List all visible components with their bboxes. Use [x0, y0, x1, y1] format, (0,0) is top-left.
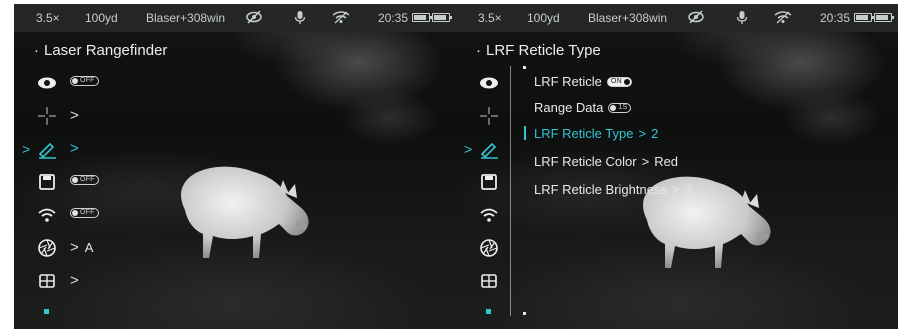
grid-icon[interactable]: [478, 270, 500, 292]
eye-icon[interactable]: [478, 72, 500, 94]
wifi-icon[interactable]: [478, 204, 500, 226]
external-battery-icon: [874, 13, 894, 22]
range-data-label: Range Data: [534, 100, 604, 115]
wifi-off-icon: [774, 11, 792, 27]
lrf-reticle-type-label: LRF Reticle Type: [534, 126, 634, 141]
chevron-right-icon: >: [70, 272, 79, 289]
external-battery-icon: [432, 13, 452, 22]
chevron-right-icon: >: [70, 239, 79, 256]
submenu-bottom-dot: [523, 312, 526, 315]
ballistic-profile: Blaser+308win: [146, 11, 226, 25]
chevron-right-icon: >: [70, 140, 79, 157]
battery-icon: [412, 13, 432, 22]
selection-arrow: >: [22, 141, 31, 157]
crosshair-icon[interactable]: [478, 105, 500, 127]
image-mode-value: A: [84, 240, 94, 255]
selection-arrow: >: [464, 141, 473, 157]
lrf-reticle-brightness-item[interactable]: LRF Reticle Brightness > 3: [534, 182, 692, 197]
more-settings-row[interactable]: >: [70, 272, 79, 289]
chevron-right-icon: >: [70, 107, 79, 124]
lrf-reticle-color-item[interactable]: LRF Reticle Color > Red: [534, 154, 678, 169]
pencil-icon[interactable]: [36, 138, 58, 160]
microphone-icon: [294, 10, 306, 28]
wifi-icon[interactable]: [36, 204, 58, 226]
wifi-toggle-row[interactable]: OFF: [70, 208, 99, 218]
chevron-right-icon: >: [671, 182, 680, 197]
range-data-toggle[interactable]: 1S: [608, 102, 632, 113]
clock-time: 20:35: [378, 11, 409, 25]
menu-title: LRF Reticle Type: [476, 42, 601, 59]
image-mode-row[interactable]: > A: [70, 239, 93, 256]
lrf-reticle-type-item[interactable]: LRF Reticle Type > 2: [534, 126, 658, 141]
submenu-top-dot: [523, 66, 526, 69]
lrf-reticle-toggle[interactable]: ON: [606, 76, 632, 87]
lrf-reticle-item[interactable]: LRF Reticle ON: [534, 74, 632, 89]
status-bar: 3.5× 100yd Blaser+308win 20:35: [14, 4, 456, 32]
zoom-level: 3.5×: [36, 11, 60, 25]
status-bar: 3.5× 100yd Blaser+308win 20:35: [456, 4, 898, 32]
grid-icon[interactable]: [36, 270, 58, 292]
submenu-divider: [510, 66, 511, 316]
save-toggle[interactable]: OFF: [70, 175, 99, 185]
selected-item-bar: [524, 126, 526, 140]
chevron-right-icon: >: [641, 154, 650, 169]
thermal-wild-boar-image: [181, 166, 309, 258]
save-toggle-row[interactable]: OFF: [70, 175, 99, 185]
display-toggle-row[interactable]: OFF: [70, 76, 99, 86]
crosshair-icon[interactable]: [36, 105, 58, 127]
reticle-row[interactable]: >: [70, 107, 79, 124]
lrf-reticle-color-value: Red: [654, 154, 679, 169]
display-toggle[interactable]: OFF: [70, 76, 99, 86]
battery-icon: [854, 13, 874, 22]
lrf-reticle-brightness-value: 3: [684, 182, 692, 197]
clock-time: 20:35: [820, 11, 851, 25]
wifi-off-icon: [332, 11, 350, 27]
range-data-item[interactable]: Range Data 1S: [534, 100, 632, 115]
distance-readout: 100yd: [85, 11, 118, 25]
save-icon[interactable]: [36, 171, 58, 193]
zoom-level: 3.5×: [478, 11, 502, 25]
lrf-reticle-brightness-label: LRF Reticle Brightness: [534, 182, 667, 197]
menu-title: Laser Rangefinder: [34, 42, 167, 59]
left-screen: 3.5× 100yd Blaser+308win 20:35 Laser Ran…: [14, 4, 456, 329]
lrf-reticle-color-label: LRF Reticle Color: [534, 154, 637, 169]
eye-off-icon: [688, 10, 704, 27]
chevron-right-icon: >: [638, 126, 647, 141]
aperture-icon[interactable]: [478, 237, 500, 259]
distance-readout: 100yd: [527, 11, 560, 25]
lrf-settings-row[interactable]: >: [70, 140, 79, 157]
right-screen: 3.5× 100yd Blaser+308win 20:35 LRF Retic…: [456, 4, 898, 329]
scroll-indicator: [44, 309, 49, 314]
eye-off-icon: [246, 10, 262, 27]
wifi-toggle[interactable]: OFF: [70, 208, 99, 218]
aperture-icon[interactable]: [36, 237, 58, 259]
eye-icon[interactable]: [36, 72, 58, 94]
lrf-reticle-type-value: 2: [651, 126, 659, 141]
save-icon[interactable]: [478, 171, 500, 193]
scroll-indicator: [486, 309, 491, 314]
microphone-icon: [736, 10, 748, 28]
ballistic-profile: Blaser+308win: [588, 11, 668, 25]
lrf-reticle-label: LRF Reticle: [534, 74, 602, 89]
pencil-icon[interactable]: [478, 138, 500, 160]
